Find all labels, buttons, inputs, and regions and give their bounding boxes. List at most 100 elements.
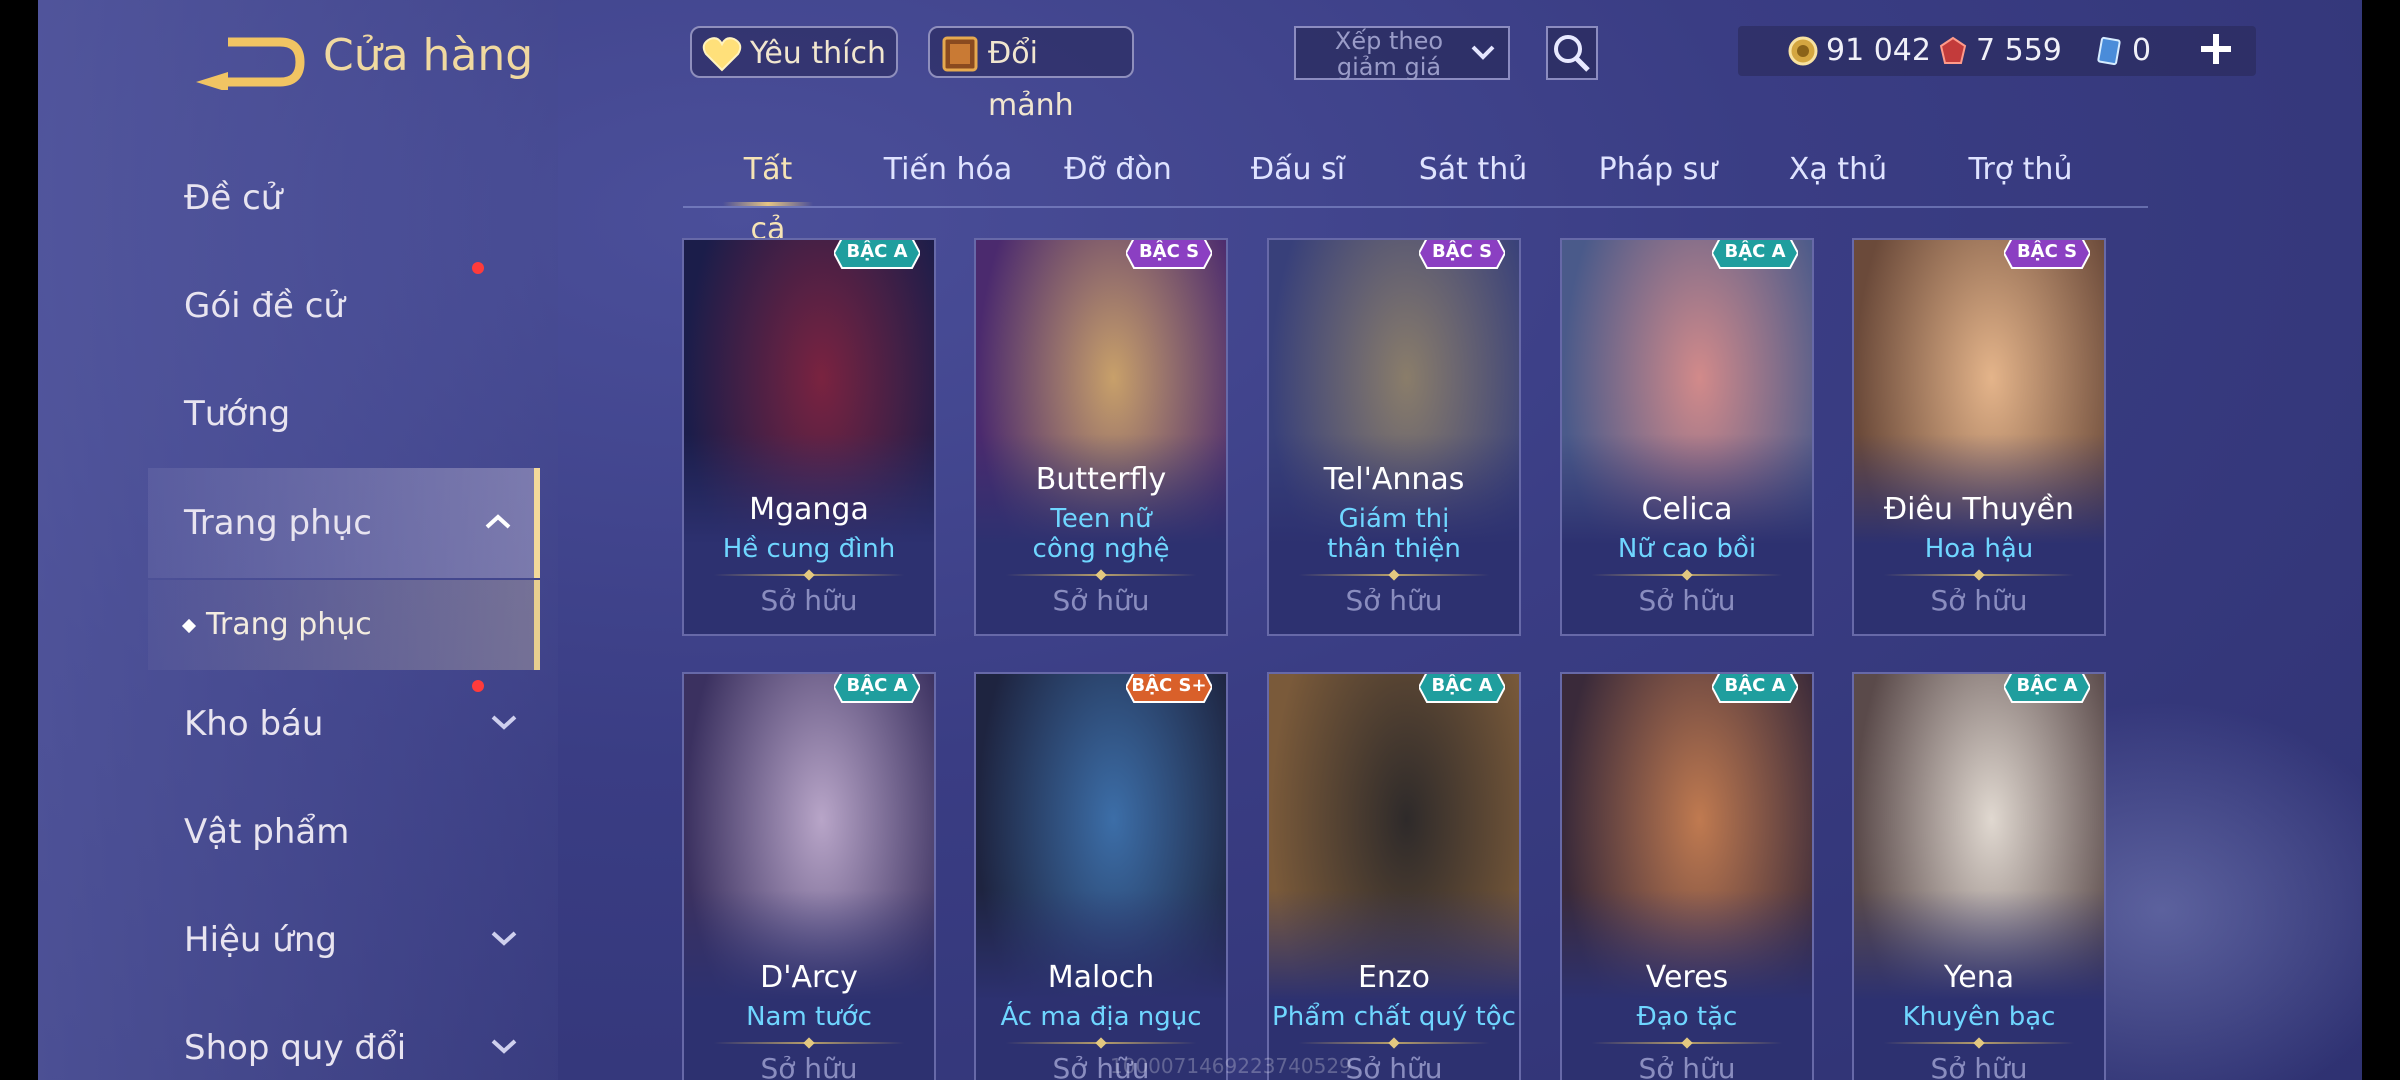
add-currency-button[interactable] [2198,24,2234,74]
sidebar-item-label: Đề cử [184,178,283,218]
owned-status: Sở hữu [760,584,858,617]
rank-badge: BẬC S+ [1124,674,1214,704]
owned-status: Sở hữu [1052,584,1150,617]
tab-assassin[interactable]: Sát thủ [1418,140,1528,200]
tab-all[interactable]: Tất cả [723,140,813,247]
rank-label: BẬC A [1724,241,1786,262]
skin-card[interactable]: BẬC S Tel'Annas Giám thị thân thiện Sở hữu [1267,238,1521,636]
search-button[interactable] [1546,26,1598,80]
exchange-fragments-button[interactable]: Đổi mảnh [928,26,1134,123]
skin-card[interactable]: BẬC S Butterfly Teen nữ công nghệ Sở hữu [974,238,1228,636]
sidebar-item-label: Hiệu ứng [184,920,337,960]
sidebar-item-recommended[interactable]: Đề cử [184,168,540,228]
owned-status: Sở hữu [1930,1052,2028,1080]
skin-card[interactable]: BẬC A Veres Đạo tặc Sở hữu [1560,672,1814,1080]
rank-badge: BẬC A [1710,674,1800,704]
hero-name: Mganga [749,492,869,527]
tab-tank[interactable]: Đỡ đòn [1063,140,1173,200]
rank-badge: BẬC S [1417,240,1507,270]
sidebar-item-items[interactable]: Vật phẩm [184,802,540,862]
fragment-box-icon [942,36,978,72]
search-icon [1554,35,1590,72]
rank-label: BẬC A [1431,675,1493,696]
hero-name: D'Arcy [760,960,858,995]
hero-name: Butterfly [1035,462,1167,497]
exchange-label: Đổi mảnh [988,36,1074,123]
skin-name: Hề cung đình [722,534,896,564]
sort-dropdown[interactable]: Xếp theo giảm giá [1294,26,1510,80]
notification-dot [472,262,484,274]
rank-badge: BẬC S [2002,240,2092,270]
skin-card[interactable]: BẬC A Yena Khuyên bạc Sở hữu [1852,672,2106,1080]
sidebar-item-exchange-shop[interactable]: Shop quy đổi [184,1018,540,1078]
rank-badge: BẬC A [832,240,922,270]
hero-name: Veres [1645,960,1729,995]
sidebar-item-recommended-bundles[interactable]: Gói đề cử [184,276,540,336]
gold-currency: 91 042 [1788,26,1938,76]
rank-label: BẬC S+ [1131,675,1207,696]
back-arrow-icon [196,37,305,92]
hero-name: Celica [1641,492,1733,527]
chevron-down-icon [491,1039,517,1054]
rank-label: BẬC A [2016,675,2078,696]
rank-badge: BẬC A [1710,240,1800,270]
skin-name: Teen nữ công nghệ [1032,504,1170,564]
skin-name: Đạo tặc [1636,1002,1738,1032]
watermark-id: 1000071469223740529 [1110,1054,1352,1078]
rank-badge: BẬC S [1124,240,1214,270]
tab-warrior[interactable]: Đấu sĩ [1248,140,1348,200]
skin-name: Khuyên bạc [1902,1002,2056,1032]
tab-mage[interactable]: Pháp sư [1598,140,1718,200]
gold-amount: 91 042 [1826,33,1931,68]
diamond-bullet-icon [181,618,197,633]
chevron-up-icon [485,514,511,529]
sidebar-item-label: Gói đề cử [184,286,345,326]
skin-name: Ác ma địa ngục [1000,1002,1202,1032]
rank-badge: BẬC A [2002,674,2092,704]
notification-dot [472,680,484,692]
owned-status: Sở hữu [1345,584,1443,617]
sidebar-item-heroes[interactable]: Tướng [184,384,540,444]
tab-support[interactable]: Trợ thủ [1963,140,2078,200]
subitem-label: Trang phục [206,607,372,642]
tab-marksman[interactable]: Xạ thủ [1788,140,1888,200]
skin-card[interactable]: BẬC S Điêu Thuyền Hoa hậu Sở hữu [1852,238,2106,636]
rank-label: BẬC S [1138,241,1200,262]
owned-status: Sở hữu [1638,584,1736,617]
sort-label: Xếp theo giảm giá [1334,27,1444,81]
chevron-down-icon [491,715,517,730]
hero-name: Maloch [1047,960,1155,995]
owned-status: Sở hữu [1930,584,2028,617]
gem-currency: 7 559 [1938,26,2078,76]
rank-label: BẬC A [846,241,908,262]
skin-card[interactable]: BẬC A Mganga Hề cung đình Sở hữu [682,238,936,636]
skin-card[interactable]: BẬC A Enzo Phẩm chất quý tộc Sở hữu [1267,672,1521,1080]
gem-amount: 7 559 [1976,33,2062,68]
shop-screen: Cửa hàng Yêu thích Đổi mảnh Xếp theo giả… [38,0,2362,1080]
plus-icon [2201,34,2231,64]
sidebar-item-label: Kho báu [184,704,324,744]
hero-name: Tel'Annas [1323,462,1465,497]
voucher-card-icon [2097,36,2121,66]
tab-evolution[interactable]: Tiến hóa [883,140,1013,200]
rank-badge: BẬC A [1417,674,1507,704]
skin-name: Hoa hậu [1924,534,2034,564]
skin-name: Giám thị thân thiện [1327,504,1461,564]
skin-name: Nam tước [746,1002,872,1032]
voucher-amount: 0 [2132,33,2152,68]
favorites-label: Yêu thích [750,36,886,71]
favorites-button[interactable]: Yêu thích [690,26,898,78]
skin-name: Phẩm chất quý tộc [1272,1002,1516,1032]
sidebar-item-treasure[interactable]: Kho báu [184,694,540,754]
owned-status: Sở hữu [1638,1052,1736,1080]
rank-badge: BẬC A [832,674,922,704]
hero-name: Enzo [1357,960,1431,995]
sidebar-item-effects[interactable]: Hiệu ứng [184,910,540,970]
sidebar-subitem-skins[interactable]: Trang phục [148,580,540,670]
sidebar-item-skins[interactable]: Trang phục [148,468,540,578]
skin-name: Nữ cao bồi [1617,534,1757,564]
skin-card[interactable]: BẬC A D'Arcy Nam tước Sở hữu [682,672,936,1080]
skin-card[interactable]: BẬC S+ Maloch Ác ma địa ngục Sở hữu [974,672,1228,1080]
skin-card[interactable]: BẬC A Celica Nữ cao bồi Sở hữu [1560,238,1814,636]
back-button[interactable] [188,30,308,92]
